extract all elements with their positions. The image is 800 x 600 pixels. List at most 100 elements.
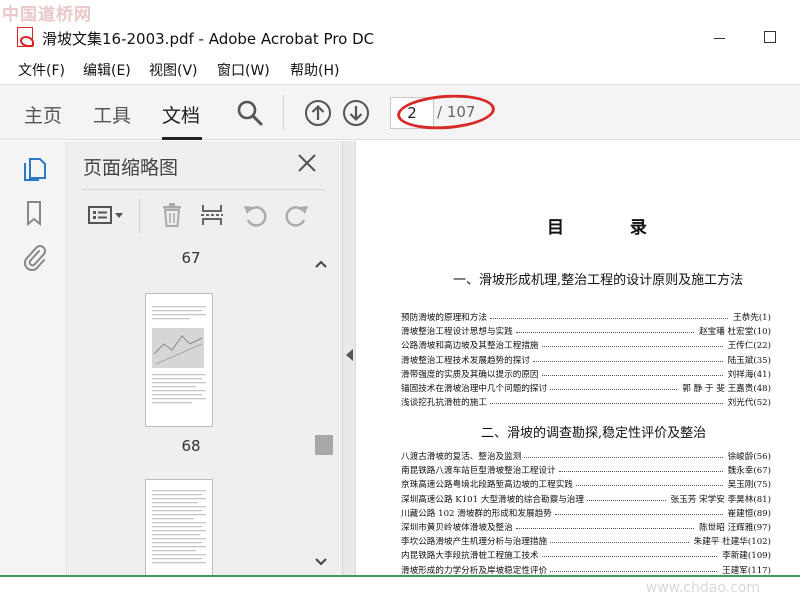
thumbnail-content [152, 490, 206, 564]
toc-entry-author: 朱建平 杜建华(102) [693, 537, 771, 548]
menu-bar: 文件(F) 编辑(E) 视图(V) 窗口(W) 帮助(H) [0, 58, 800, 80]
menu-edit[interactable]: 编辑(E) [83, 60, 131, 80]
close-icon[interactable] [295, 151, 319, 175]
toc-entry-title: 南昆铁路八渡车站巨型滑坡整治工程设计 [401, 466, 556, 477]
toc-entry-title: 浅谈挖孔抗滑桩的施工 [401, 398, 487, 409]
toc-entry-author: 王恭先(1) [733, 313, 771, 323]
toc-entry-title: 滑坡形成的力学分析及岸坡稳定性评价 [401, 565, 548, 576]
thumbnail-options-icon[interactable] [87, 201, 125, 229]
attachment-icon[interactable] [20, 243, 48, 271]
toc-entry-author: 魏永幸(67) [727, 466, 771, 477]
previous-page-icon[interactable] [304, 99, 332, 127]
active-tab-indicator [162, 137, 202, 140]
panel-divider [81, 189, 325, 190]
toc-leader-dots [554, 507, 723, 515]
panel-collapse-handle[interactable] [342, 141, 356, 575]
window-title: 滑坡文集16-2003.pdf - Adobe Acrobat Pro DC [42, 30, 375, 48]
toc-entry[interactable]: 川藏公路 102 滑坡群的形成和发展趋势 崔建恒(89) [401, 507, 771, 521]
toc-entry[interactable]: 李坎公路滑坡产生机理分析与治理措施 朱建平 杜建华(102) [401, 535, 771, 549]
toc-entry-author: 陈世昭 汪辉雅(97) [699, 522, 771, 533]
thumbnail-label: 68 [181, 437, 201, 455]
menu-view[interactable]: 视图(V) [149, 60, 198, 80]
toc-leader-dots [541, 549, 718, 558]
minimize-button[interactable] [714, 38, 725, 39]
next-page-icon[interactable] [342, 99, 370, 127]
toc-entry-title: 公路滑坡和高边坡及其整治工程措施 [401, 341, 539, 352]
toc-heading: 目 录 [547, 218, 677, 238]
rotate-clockwise-icon[interactable] [283, 201, 311, 229]
left-icon-strip [0, 141, 66, 575]
toc-leader-dots [515, 325, 695, 334]
toc-entry[interactable]: 滑坡形成的力学分析及岸坡稳定性评价 王建军(117) [401, 564, 771, 576]
scrollbar-thumb[interactable] [315, 435, 333, 455]
toc-entry-author: 陆玉斌(35) [727, 355, 771, 366]
toc-entry[interactable]: 浅谈挖孔抗滑桩的施工 刘光代(52) [401, 396, 771, 410]
toc-entry[interactable]: 锚固技术在滑坡治理中几个问题的探讨 郭 静 于 斐 王嘉贵(48) [401, 382, 771, 396]
thumbnail-scrollbar[interactable] [313, 253, 333, 575]
toc-entry[interactable]: 滑带强度的实质及其确以提示的原因 刘祥海(41) [401, 368, 771, 382]
toc-leader-dots [489, 311, 729, 319]
thumbnail-content [152, 306, 206, 404]
toc-leader-dots [541, 368, 723, 376]
collapse-arrow-icon [346, 349, 353, 361]
rotate-counterclockwise-icon[interactable] [241, 201, 269, 229]
watermark-bottom: www.chdao.com [645, 580, 760, 596]
toc-entry-title: 京珠高速公路粤境北段路堑高边坡的工程实践 [401, 480, 573, 491]
toc-entry[interactable]: 滑坡整治工程设计思想与实践 赵宝璠 杜宏堂(10) [401, 325, 771, 339]
page-thumbnails-panel: 页面缩略图 67 68 [66, 141, 342, 579]
page-thumbnails-icon[interactable] [20, 155, 48, 183]
toc-entry-title: 滑带强度的实质及其确以提示的原因 [401, 369, 539, 380]
toc-entry-author: 郭 静 于 斐 王嘉贵(48) [682, 383, 771, 394]
split-page-icon[interactable] [198, 201, 226, 229]
toc-entry-title: 内昆铁路大李段抗滑桩工程施工技术 [401, 551, 539, 562]
page-thumbnail[interactable] [145, 293, 213, 427]
toc-leader-dots [489, 396, 723, 405]
toc-entry[interactable]: 内昆铁路大李段抗滑桩工程施工技术 李新建(109) [401, 549, 771, 563]
toc-leader-dots [586, 493, 666, 501]
toc-entry-title: 李坎公路滑坡产生机理分析与治理措施 [401, 537, 548, 548]
toc-entry[interactable]: 南昆铁路八渡车站巨型滑坡整治工程设计 魏永幸(67) [401, 464, 771, 478]
toc-section-1: 预防滑坡的原理和方法 王恭先(1) 滑坡整治工程设计思想与实践 赵宝璠 杜宏堂(10)… [401, 311, 771, 410]
tab-document[interactable]: 文档 [162, 101, 200, 128]
toc-entry-title: 八渡古滑坡的复活、整治及监测 [401, 452, 522, 462]
toc-entry-title: 川藏公路 102 滑坡群的形成和发展趋势 [401, 508, 552, 519]
toc-entry-author: 王建军(117) [722, 565, 771, 576]
tab-tools[interactable]: 工具 [93, 101, 131, 128]
toc-leader-dots [541, 339, 723, 348]
toc-leader-dots [515, 521, 695, 529]
toc-entry-author: 刘祥海(41) [727, 369, 771, 380]
toc-entry-title: 锚固技术在滑坡治理中几个问题的探讨 [401, 383, 548, 394]
toc-leader-dots [532, 354, 723, 362]
toc-entry-title: 深圳高速公路 K101 大型滑坡的综合勘察与治理 [401, 494, 584, 505]
toc-entry[interactable]: 公路滑坡和高边坡及其整治工程措施 王传仁(22) [401, 339, 771, 353]
menu-window[interactable]: 窗口(W) [217, 60, 270, 80]
panel-tool-divider [139, 199, 140, 233]
scroll-down-arrow-icon[interactable] [313, 555, 329, 569]
scroll-up-arrow-icon[interactable] [313, 257, 329, 271]
toc-entry[interactable]: 京珠高速公路粤境北段路堑高边坡的工程实践 吴玉刚(75) [401, 478, 771, 492]
toc-entry[interactable]: 预防滑坡的原理和方法 王恭先(1) [401, 311, 771, 325]
page-thumbnail[interactable] [145, 479, 213, 579]
toc-entry[interactable]: 深圳市黄贝岭坡体滑坡及整治 陈世昭 汪辉雅(97) [401, 521, 771, 535]
tab-home[interactable]: 主页 [24, 101, 62, 128]
toc-entry[interactable]: 滑坡整治工程技术发展趋势的探讨 陆玉斌(35) [401, 354, 771, 368]
document-view[interactable]: 目 录 一、滑坡形成机理,整治工程的设计原则及施工方法 预防滑坡的原理和方法 王恭… [357, 141, 800, 575]
delete-page-icon[interactable] [158, 201, 186, 229]
toc-leader-dots [550, 535, 689, 544]
menu-help[interactable]: 帮助(H) [290, 60, 339, 80]
toc-leader-dots [550, 382, 678, 390]
toc-entry[interactable]: 八渡古滑坡的复活、整治及监测 徐峻龄(56) [401, 450, 771, 464]
toc-entry-title: 预防滑坡的原理和方法 [401, 313, 487, 323]
bookmark-icon[interactable] [20, 199, 48, 227]
toc-leader-dots [575, 478, 723, 487]
panel-title: 页面缩略图 [83, 157, 179, 179]
thumbnail-label: 67 [181, 249, 201, 267]
toc-entry-title: 深圳市黄贝岭坡体滑坡及整治 [401, 522, 513, 533]
toc-entry-author: 崔建恒(89) [727, 508, 771, 519]
search-icon[interactable] [236, 99, 264, 127]
menu-file[interactable]: 文件(F) [18, 60, 65, 80]
toc-entry-author: 赵宝璠 杜宏堂(10) [699, 327, 771, 338]
toc-section-title: 二、滑坡的调查勘探,稳定性评价及整治 [481, 426, 707, 441]
toc-entry[interactable]: 深圳高速公路 K101 大型滑坡的综合勘察与治理 张玉芳 宋学安 李昊林(81) [401, 493, 771, 507]
maximize-button[interactable] [764, 31, 776, 43]
